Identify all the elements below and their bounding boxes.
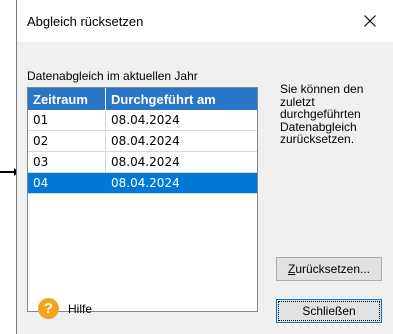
cell-date: 08.04.2024 (111, 155, 180, 169)
close-button[interactable] (347, 0, 393, 42)
close-icon (364, 15, 376, 27)
title-bar: Abgleich rücksetzen (17, 0, 393, 42)
help-button[interactable]: ? Hilfe (38, 298, 92, 319)
table-row[interactable]: 01 08.04.2024 (28, 110, 257, 131)
close-dialog-label: Schließen (278, 301, 380, 321)
help-icon: ? (38, 298, 59, 319)
cell-date: 08.04.2024 (111, 134, 180, 148)
cell-date: 08.04.2024 (111, 113, 180, 127)
section-label: Datenabgleich im aktuellen Jahr (27, 69, 198, 83)
table-header: Zeitraum Durchgeführt am (28, 88, 257, 110)
reset-button[interactable]: Zurücksetzen... (276, 257, 382, 281)
cell-period: 04 (28, 173, 106, 193)
column-header-zeitraum[interactable]: Zeitraum (28, 88, 106, 110)
info-text: Sie können den zuletzt durchgeführten Da… (280, 82, 364, 146)
reset-sync-dialog: Abgleich rücksetzen Datenabgleich im akt… (16, 0, 393, 334)
dialog-title: Abgleich rücksetzen (27, 14, 144, 29)
cell-date: 08.04.2024 (111, 176, 180, 190)
table-row[interactable]: 03 08.04.2024 (28, 152, 257, 173)
sync-table[interactable]: Zeitraum Durchgeführt am 01 08.04.2024 0… (27, 87, 258, 312)
column-header-durchgefuehrt-am[interactable]: Durchgeführt am (106, 88, 257, 110)
table-row[interactable]: 02 08.04.2024 (28, 131, 257, 152)
reset-button-label: urücksetzen... (295, 262, 371, 276)
close-dialog-button[interactable]: Schließen (276, 299, 382, 323)
cell-period: 02 (28, 131, 106, 151)
cell-period: 03 (28, 152, 106, 172)
pointer-arrow-icon (0, 168, 19, 176)
table-row-selected[interactable]: 04 08.04.2024 (28, 173, 257, 194)
cell-period: 01 (28, 110, 106, 130)
help-label: Hilfe (68, 301, 93, 316)
